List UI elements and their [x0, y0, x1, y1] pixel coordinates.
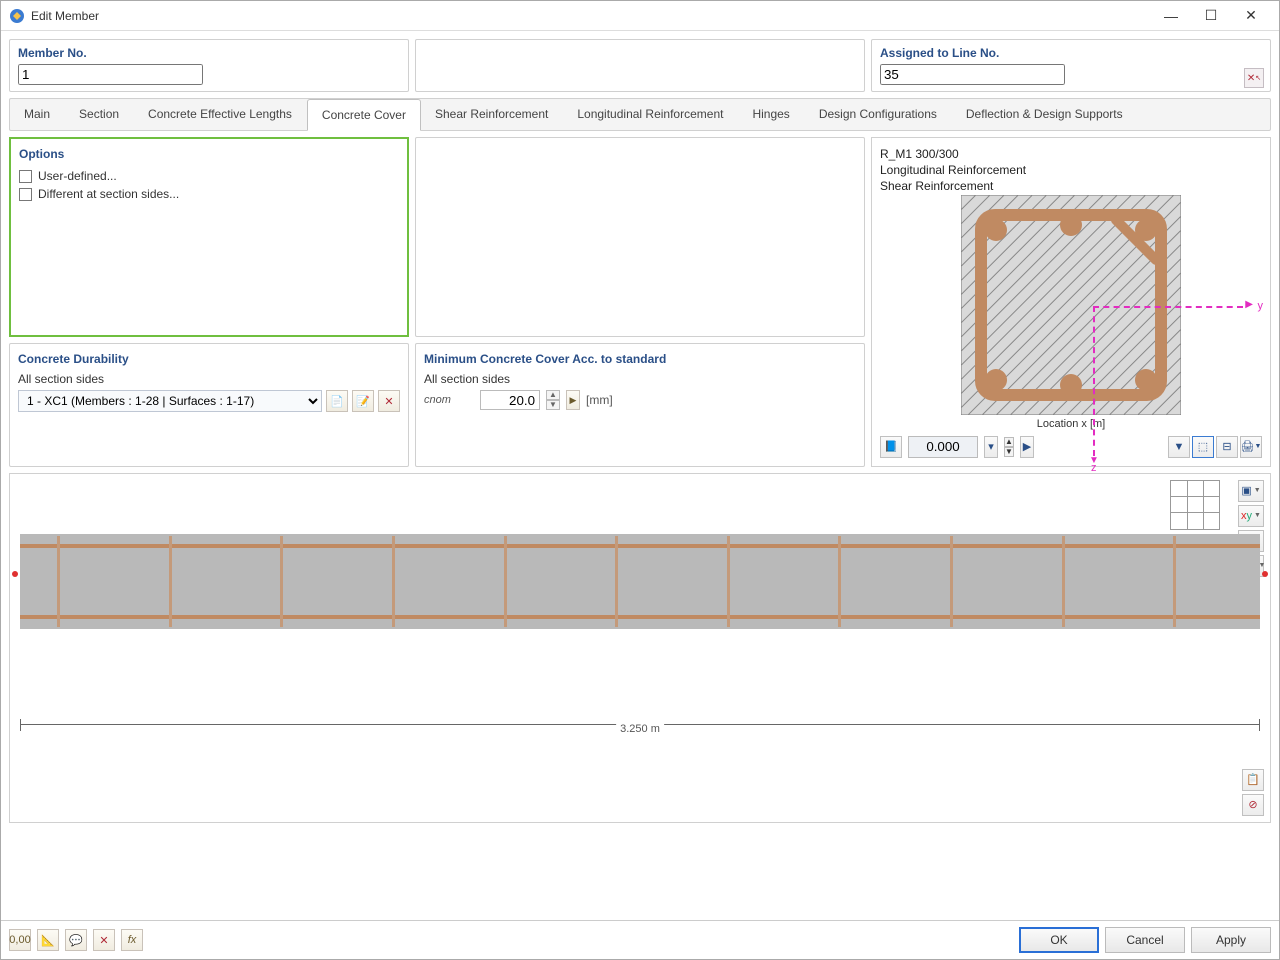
units-button[interactable]: 0,00	[9, 929, 31, 951]
dimension-text: 3.250 m	[616, 723, 664, 735]
section-preview-panel: R_M1 300/300 Longitudinal Reinforcement …	[871, 137, 1271, 467]
ok-button[interactable]: OK	[1019, 927, 1099, 953]
apply-button[interactable]: Apply	[1191, 927, 1271, 953]
clear-results-button[interactable]: ⊘	[1242, 794, 1264, 816]
cnom-spinner[interactable]: ▲▼	[546, 390, 560, 410]
edit-member-dialog: Edit Member — ☐ ✕ Member No. Assigned to…	[0, 0, 1280, 960]
print-button[interactable]: 🖨▼	[1240, 436, 1262, 458]
location-input[interactable]	[908, 436, 978, 458]
section-drawing: y z	[880, 195, 1262, 418]
maximize-button[interactable]: ☐	[1191, 2, 1231, 30]
top-middle-spacer	[415, 137, 865, 337]
durability-sublabel: All section sides	[18, 372, 400, 386]
cnom-input[interactable]	[480, 390, 540, 410]
options-title: Options	[19, 147, 399, 161]
view-isometric-button[interactable]: ▣▼	[1238, 480, 1264, 502]
function-button[interactable]: fx	[121, 929, 143, 951]
durability-new-button[interactable]: 📄	[326, 390, 348, 412]
concrete-durability-panel: Concrete Durability All section sides 1 …	[9, 343, 409, 467]
section-library-button[interactable]: 📘	[880, 436, 902, 458]
dimension-button[interactable]: ⊟	[1216, 436, 1238, 458]
location-label: Location x [m]	[880, 418, 1262, 430]
filter-button[interactable]: ▼	[1168, 436, 1190, 458]
node-start-icon	[12, 571, 18, 577]
location-spinner[interactable]: ▲▼	[1004, 437, 1014, 457]
titlebar: Edit Member — ☐ ✕	[1, 1, 1279, 31]
minimize-button[interactable]: —	[1151, 2, 1191, 30]
cnom-unit: [mm]	[586, 393, 613, 407]
section-name: R_M1 300/300	[880, 146, 1262, 162]
reset-button[interactable]: ✕	[93, 929, 115, 951]
location-step-button[interactable]: ▶	[1020, 436, 1034, 458]
options-panel: Options User-defined... Different at sec…	[9, 137, 409, 337]
tab-shear-reinforcement[interactable]: Shear Reinforcement	[421, 99, 563, 130]
dimension-line: 3.250 m	[20, 724, 1260, 749]
durability-title: Concrete Durability	[18, 352, 400, 366]
checkbox-different-sides-label: Different at section sides...	[38, 187, 179, 201]
top-rebar	[20, 544, 1260, 548]
mincover-sublabel: All section sides	[424, 372, 856, 386]
y-axis-label: y	[1258, 300, 1264, 312]
tab-design-configurations[interactable]: Design Configurations	[805, 99, 952, 130]
assigned-line-panel: Assigned to Line No. ✕↖	[871, 39, 1271, 92]
checkbox-user-defined-label: User-defined...	[38, 169, 117, 183]
node-end-icon	[1262, 571, 1268, 577]
comments-button[interactable]: 💬	[65, 929, 87, 951]
tab-section[interactable]: Section	[65, 99, 134, 130]
min-cover-panel: Minimum Concrete Cover Acc. to standard …	[415, 343, 865, 467]
close-button[interactable]: ✕	[1231, 2, 1271, 30]
results-table-button[interactable]: 📋	[1242, 769, 1264, 791]
checkbox-user-defined[interactable]: User-defined...	[19, 169, 399, 183]
tab-hinges[interactable]: Hinges	[738, 99, 804, 130]
member-no-input[interactable]	[18, 64, 203, 85]
checkbox-icon	[19, 170, 32, 183]
checkbox-icon	[19, 188, 32, 201]
dialog-footer: 0,00 📐 💬 ✕ fx OK Cancel Apply	[1, 920, 1279, 959]
navigation-cube-icon[interactable]	[1170, 480, 1220, 530]
tab-bar: Main Section Concrete Effective Lengths …	[9, 98, 1271, 131]
tab-concrete-cover[interactable]: Concrete Cover	[307, 99, 421, 131]
window-title: Edit Member	[31, 9, 1151, 23]
view-axes-button[interactable]: xy▼	[1238, 505, 1264, 527]
header-spacer	[415, 39, 865, 92]
member-no-label: Member No.	[18, 46, 400, 60]
checkbox-different-sides[interactable]: Different at section sides...	[19, 187, 399, 201]
section-long-reinf: Longitudinal Reinforcement	[880, 162, 1262, 178]
section-info: R_M1 300/300 Longitudinal Reinforcement …	[880, 146, 1262, 195]
coordinate-system-button[interactable]: 📐	[37, 929, 59, 951]
tab-main[interactable]: Main	[10, 99, 65, 130]
durability-dropdown[interactable]: 1 - XC1 (Members : 1-28 | Surfaces : 1-1…	[18, 390, 322, 412]
assigned-line-input[interactable]	[880, 64, 1065, 85]
tab-deflection-design-supports[interactable]: Deflection & Design Supports	[952, 99, 1138, 130]
durability-delete-button[interactable]: ✕	[378, 390, 400, 412]
beam-elevation: 3.250 m	[20, 534, 1260, 629]
cancel-button[interactable]: Cancel	[1105, 927, 1185, 953]
mincover-title: Minimum Concrete Cover Acc. to standard	[424, 352, 856, 366]
assigned-line-label: Assigned to Line No.	[880, 46, 1262, 60]
location-dropdown-button[interactable]: ▾	[984, 436, 998, 458]
cross-section-icon	[961, 195, 1181, 415]
member-elevation-view: ▣▼ xy▼ ▭▼ 1.2.3▼ 3.	[9, 473, 1271, 823]
tab-longitudinal-reinforcement[interactable]: Longitudinal Reinforcement	[563, 99, 738, 130]
view-values-button[interactable]: ⬚	[1192, 436, 1214, 458]
section-shear-reinf: Shear Reinforcement	[880, 178, 1262, 194]
cnom-step-button[interactable]: ▶	[566, 390, 580, 410]
member-no-panel: Member No.	[9, 39, 409, 92]
tab-concrete-effective-lengths[interactable]: Concrete Effective Lengths	[134, 99, 307, 130]
durability-edit-button[interactable]: 📝	[352, 390, 374, 412]
bottom-rebar	[20, 615, 1260, 619]
pick-line-button[interactable]: ✕↖	[1244, 68, 1264, 88]
app-icon	[9, 8, 25, 24]
cnom-label: cnom	[424, 394, 474, 406]
